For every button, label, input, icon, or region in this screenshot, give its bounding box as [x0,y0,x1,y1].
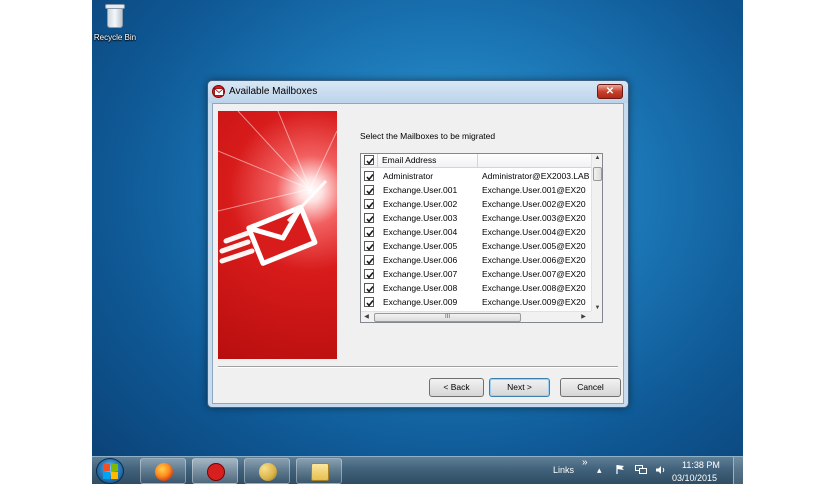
vertical-scroll-thumb[interactable] [593,167,602,181]
clock-date[interactable]: 03/10/2015 [672,473,717,483]
mailbox-checkbox[interactable] [364,297,374,307]
mailbox-email: Exchange.User.002@EX20 [482,199,586,209]
mailbox-email: Exchange.User.006@EX20 [482,255,586,265]
column-header-blank[interactable] [478,154,593,168]
desktop-icon-recycle-bin[interactable]: Recycle Bin [92,2,138,42]
scrollbar-corner [591,311,602,322]
mailbox-checkbox[interactable] [364,283,374,293]
mailbox-checkbox[interactable] [364,213,374,223]
links-toolbar[interactable]: Links [553,465,574,475]
mailbox-name: Exchange.User.003 [383,213,458,223]
links-chevron-icon[interactable]: » [582,457,588,468]
scroll-left-arrow[interactable]: ◀ [361,313,372,320]
clock-time[interactable]: 11:38 PM [682,460,720,470]
mailbox-email: Exchange.User.004@EX20 [482,227,586,237]
table-row[interactable]: Exchange.User.005 Exchange.User.005@EX20 [361,239,593,253]
table-row[interactable]: Exchange.User.003 Exchange.User.003@EX20 [361,211,593,225]
taskbar-paint[interactable] [244,458,290,484]
table-row[interactable]: Exchange.User.009 Exchange.User.009@EX20 [361,295,593,309]
taskbar-mail-migration-app[interactable] [192,458,238,484]
scroll-right-arrow[interactable]: ▶ [578,313,589,320]
column-header-email-address[interactable]: Email Address [378,154,478,168]
instruction-text: Select the Mailboxes to be migrated [360,131,496,141]
file-explorer-icon [311,463,329,481]
mailbox-name: Exchange.User.002 [383,199,458,209]
next-button[interactable]: Next > [489,378,550,397]
desktop: Recycle Bin Available Mailboxes ✕ Select… [92,0,743,484]
dialog-title: Available Mailboxes [229,86,318,97]
table-row[interactable]: Administrator Administrator@EX2003.LAB [361,169,593,183]
table-row[interactable]: Exchange.User.006 Exchange.User.006@EX20 [361,253,593,267]
mailbox-name: Exchange.User.008 [383,283,458,293]
recycle-bin-icon [103,2,127,30]
firefox-icon [155,463,173,481]
available-mailboxes-dialog: Available Mailboxes ✕ Select the Mailbox… [207,80,629,408]
mailbox-email: Exchange.User.009@EX20 [482,297,586,307]
mailbox-checkbox[interactable] [364,255,374,265]
paint-icon [259,463,277,481]
mailbox-checkbox[interactable] [364,227,374,237]
mailbox-name: Exchange.User.004 [383,227,458,237]
mailbox-name: Exchange.User.001 [383,185,458,195]
close-button[interactable]: ✕ [597,84,623,99]
mailbox-checkbox[interactable] [364,269,374,279]
horizontal-scrollbar[interactable]: ◀ III ▶ [361,311,602,322]
taskbar-firefox[interactable] [140,458,186,484]
footer-separator [218,366,618,368]
mailbox-email: Exchange.User.007@EX20 [482,269,586,279]
windows-logo-icon [103,464,118,479]
vertical-scrollbar[interactable]: ▲ ▼ [591,154,602,312]
mail-migration-app-icon [207,463,225,481]
network-icon[interactable] [635,465,647,477]
mailbox-email: Exchange.User.003@EX20 [482,213,586,223]
mailbox-email: Exchange.User.005@EX20 [482,241,586,251]
taskbar-file-explorer[interactable] [296,458,342,484]
table-row[interactable]: Exchange.User.007 Exchange.User.007@EX20 [361,267,593,281]
mailbox-name: Exchange.User.006 [383,255,458,265]
taskbar: Links » ▴ 11:38 PM 03/10/2015 [92,456,743,484]
dialog-titlebar[interactable]: Available Mailboxes ✕ [208,81,628,103]
table-row[interactable]: Exchange.User.008 Exchange.User.008@EX20 [361,281,593,295]
show-desktop-button[interactable] [733,457,743,484]
horizontal-scroll-thumb[interactable]: III [374,313,521,322]
show-hidden-icons-arrow[interactable]: ▴ [597,465,602,476]
start-button[interactable] [96,458,124,484]
mailbox-name: Exchange.User.009 [383,297,458,307]
back-button[interactable]: < Back [429,378,484,397]
grid-header: Email Address [361,154,593,168]
action-center-flag-icon[interactable] [616,464,626,477]
app-mail-icon [212,85,225,98]
mailbox-email: Exchange.User.008@EX20 [482,283,586,293]
dialog-body: Select the Mailboxes to be migrated Emai… [212,103,624,404]
select-all-header[interactable] [361,154,378,168]
mailbox-checkbox[interactable] [364,241,374,251]
scroll-up-arrow[interactable]: ▲ [592,155,602,161]
table-row[interactable]: Exchange.User.004 Exchange.User.004@EX20 [361,225,593,239]
mailbox-checkbox[interactable] [364,185,374,195]
mailbox-checkbox[interactable] [364,171,374,181]
mailbox-email: Exchange.User.001@EX20 [482,185,586,195]
mail-banner-image [218,111,337,359]
mailbox-name: Exchange.User.005 [383,241,458,251]
mailbox-checkbox[interactable] [364,199,374,209]
mailbox-name: Exchange.User.007 [383,269,458,279]
mailbox-email: Administrator@EX2003.LAB [482,171,590,181]
desktop-icon-label: Recycle Bin [93,33,137,42]
mailbox-list[interactable]: Email Address Administrator Administrator… [360,153,603,323]
table-row[interactable]: Exchange.User.001 Exchange.User.001@EX20 [361,183,593,197]
mailbox-name: Administrator [383,171,434,181]
table-row[interactable]: Exchange.User.002 Exchange.User.002@EX20 [361,197,593,211]
volume-icon[interactable] [655,465,667,477]
cancel-button[interactable]: Cancel [560,378,621,397]
select-all-checkbox[interactable] [364,155,374,165]
